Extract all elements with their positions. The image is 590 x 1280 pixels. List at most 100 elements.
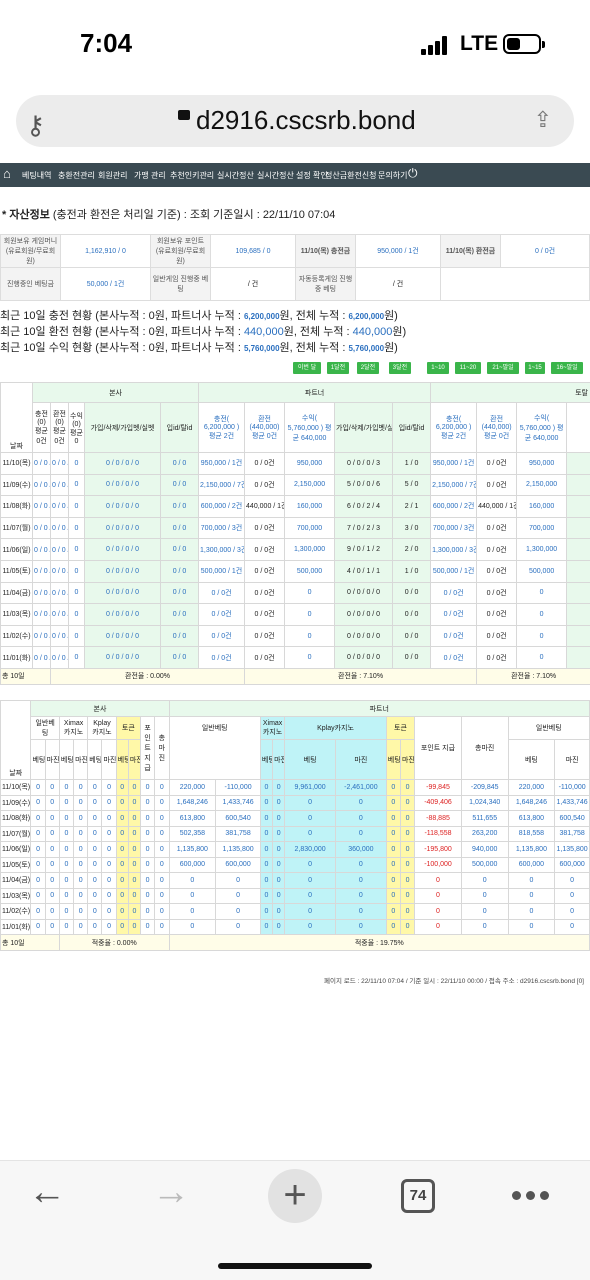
period-button[interactable]: 1달전 [327,362,349,374]
table-cell: 0 [30,918,46,935]
nav-item[interactable]: 회원관리 [98,170,127,181]
home-icon[interactable]: ⌂ [3,166,11,181]
table-cell: 0 [335,903,387,920]
nav-item[interactable]: 문의하기 [378,170,407,181]
table-cell: 0 [215,872,261,889]
table-row: 11/09(수) 0 0 0 0 0 0 0 0 0 0 1,648,246 1,433,746 0 0 0 0… [0,794,590,811]
table-cell: 0 [168,918,217,935]
table-cell: 0 [101,794,117,811]
table-cell: 0 [399,825,416,842]
table-cell: 0 / 0건 [244,646,286,669]
period-button[interactable]: 21~말일 [487,362,519,374]
back-icon[interactable]: ← [28,1171,66,1214]
nav-item[interactable]: 실시간정산 [217,170,254,181]
table-cell: 0 / 0 / 0 건 [50,452,69,475]
table-cell: 0 [284,887,336,904]
table-cell: 0 / 0건 [244,581,286,605]
period-button[interactable]: 1~10 [427,362,449,374]
table-cell: 950,000 [284,452,336,475]
address-bar[interactable]: ⚷ d2916.cscsrb.bond ⇪ [16,95,574,147]
table-cell: 0 [516,603,568,626]
table-cell: 0 / 0건 [244,516,286,540]
table-cell: 0 / 0건 [244,473,286,497]
table-cell: 0 / 0 / 0 건 [50,516,69,540]
table-cell: 0 [101,887,117,904]
asset-header: * 자산정보 (충전과 환전은 처리일 기준) : 조회 기준일시 : 22/1… [2,209,336,221]
nav-item[interactable]: 추천인키관리 [170,170,214,181]
table-cell: 0 / 0 [159,473,200,497]
new-tab-icon[interactable]: + [268,1169,322,1223]
table-cell: 0 / 0 / 0 건 [32,538,51,561]
table-cell: 0 / 0 / 0 건 [32,452,51,475]
url-text[interactable]: d2916.cscsrb.bond [178,105,416,136]
table-row: 11/08(화)0 / 0 / 0 건0 / 0 / 0 건00 / 0 / 0… [0,495,590,518]
period-button[interactable]: 3달전 [389,362,411,374]
row-date: 11/03(목) [0,887,32,904]
table-cell: 0 / 0건 [476,452,518,475]
table-cell: 0 [87,810,103,827]
tabs-button[interactable]: 74 [401,1179,435,1213]
table-cell [566,603,590,626]
table-cell: 160,000 [284,495,336,518]
table-cell: -110,000 [554,779,590,796]
nav-item[interactable]: 실시간정산 설정 확인 [257,170,328,181]
nav-item[interactable]: 베팅내역 [22,170,51,181]
table-cell: 0 / 0건 [430,646,478,669]
share-icon[interactable]: ⇪ [534,107,552,133]
period-button[interactable]: 이번 달 [293,362,321,374]
table-cell: 0 [140,918,156,935]
period-button[interactable]: 1~15 [525,362,545,374]
table-cell: 0 [272,779,286,796]
table-cell: 0 / 0 / 0 / 0 [84,581,161,605]
table-cell: 818,558 [507,825,556,842]
table-cell: 381,758 [554,825,590,842]
table-cell: 1,024,340 [460,794,509,811]
table-cell: 0 / 0 / 0 / 0 [334,646,394,669]
table-cell: 0 / 0 / 0 / 0 [84,624,161,648]
nav-item[interactable]: 충환전관리 [58,170,95,181]
table-cell: 0 [284,624,336,648]
table-cell: 0 [168,872,217,889]
row-date: 11/05(토) [0,856,32,873]
table-cell: 0 [399,794,416,811]
table-cell: 0 / 0 / 0 건 [32,603,51,626]
table-cell: 0 / 0 / 0 건 [50,495,69,518]
table-cell: 0 [284,603,336,626]
table-cell: 0 [115,887,129,904]
table-cell: 0 [73,794,89,811]
period-button[interactable]: 16~말일 [551,362,583,374]
table-cell: 0 / 0 / 0 / 0 [334,624,394,648]
table-cell: 0 / 0 [392,581,432,605]
table-cell: 0 / 0 / 0 건 [32,559,51,583]
more-icon[interactable] [512,1187,554,1205]
table-cell: 1 / 0 [392,452,432,475]
table-cell: 0 [414,918,462,935]
table-cell: 0 / 0건 [430,581,478,605]
nav-item[interactable]: 가맹 관리 [134,170,166,181]
table-cell: 440,000 / 1건 [476,495,518,518]
key-icon[interactable]: ⚷ [26,110,45,141]
table-cell: 0 [127,825,142,842]
table-cell: 0 [554,918,590,935]
table-cell: 2,150,000 / 7건 [430,473,478,497]
period-button[interactable]: 11~20 [455,362,481,374]
table-cell: 0 [335,918,387,935]
table-cell: 1,300,000 [284,538,336,561]
row-date: 11/10(목) [0,452,33,475]
table-cell: 0 / 0 / 0 / 0 [84,473,161,497]
table-cell: 0 [399,779,416,796]
table-cell: 950,000 [516,452,568,475]
table-cell: 0 / 0 [159,538,200,561]
table-cell: 0 [73,918,89,935]
table-cell: 0 [284,856,336,873]
row-date: 11/08(화) [0,810,32,827]
nav-item[interactable]: 정산금환전신청 [325,170,377,181]
table-cell [566,624,590,648]
forward-icon[interactable]: → [152,1171,190,1214]
table-cell: 0 [168,887,217,904]
table-cell: 2 / 0 [392,538,432,561]
period-button[interactable]: 2달전 [357,362,379,374]
table-cell: 0 [30,887,46,904]
table-cell: 0 [154,887,170,904]
power-icon[interactable]: ⏻ [408,166,418,181]
